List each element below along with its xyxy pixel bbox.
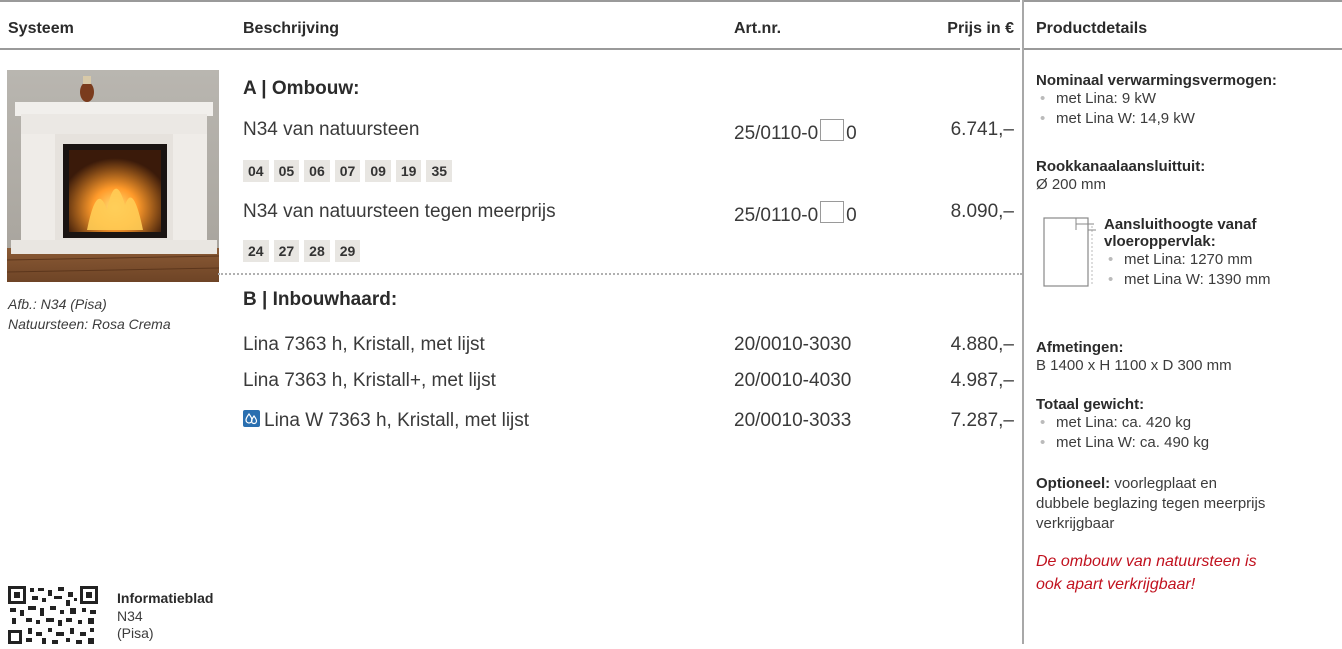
dims-value: B 1400 x H 1100 x D 300 mm xyxy=(1036,357,1232,374)
section-b-row3-artnr: 20/0010-3033 xyxy=(734,410,852,431)
section-b-row2-price: 4.987,– xyxy=(950,370,1014,391)
optional-section: Optioneel: voorlegplaat en dubbele begla… xyxy=(1036,474,1336,534)
column-divider xyxy=(1022,0,1024,644)
section-a-row2-artnr: 25/0110-0 0 xyxy=(734,201,857,227)
section-b-row2-artnr: 20/0010-4030 xyxy=(734,370,852,391)
optional-line1: Optioneel: voorlegplaat en xyxy=(1036,474,1336,494)
code-badge: 19 xyxy=(395,160,422,182)
height-title-line1: Aansluithoogte vanaf xyxy=(1104,216,1257,233)
weight-title: Totaal gewicht: xyxy=(1036,396,1145,413)
weight-item: met Lina W: ca. 490 kg xyxy=(1036,433,1336,453)
power-title: Nominaal verwarmingsvermogen: xyxy=(1036,72,1277,89)
height-title-line2: vloeroppervlak: xyxy=(1104,233,1216,250)
code-badge: 29 xyxy=(334,240,361,262)
image-caption-line2: Natuursteen: Rosa Crema xyxy=(8,316,171,332)
artnr-code-box xyxy=(820,119,845,141)
fireplace-image xyxy=(7,70,219,282)
image-caption-line1: Afb.: N34 (Pisa) xyxy=(8,296,107,312)
artnr-prefix: 25/0110-0 xyxy=(734,123,819,144)
height-item: met Lina: 1270 mm xyxy=(1104,250,1334,270)
section-a-codes1: 04 05 06 07 09 19 35 xyxy=(243,160,453,182)
section-a-row1-price: 6.741,– xyxy=(950,119,1014,140)
image-caption: Afb.: N34 (Pisa) Natuursteen: Rosa Crema xyxy=(8,294,171,334)
top-rule xyxy=(0,0,1020,2)
code-badge: 06 xyxy=(304,160,330,182)
power-item: met Lina W: 14,9 kW xyxy=(1036,109,1336,129)
code-badge: 09 xyxy=(365,160,391,182)
section-a-row2-price: 8.090,– xyxy=(950,201,1014,222)
code-badge: 35 xyxy=(426,160,453,182)
section-b-row1-price: 4.880,– xyxy=(950,334,1014,355)
height-item: met Lina W: 1390 mm xyxy=(1104,270,1334,290)
right-header-rule xyxy=(1024,48,1342,50)
section-a-codes2: 24 27 28 29 xyxy=(243,240,361,262)
optional-label: Optioneel: xyxy=(1036,475,1111,492)
section-b-title: B | Inbouwhaard: xyxy=(243,289,398,310)
code-badge: 27 xyxy=(273,240,300,262)
artnr-suffix: 0 xyxy=(846,123,857,144)
info-title: Informatieblad xyxy=(117,590,214,606)
flue-value: Ø 200 mm xyxy=(1036,176,1107,193)
code-badge: 04 xyxy=(243,160,269,182)
section-b-row1-artnr: 20/0010-3030 xyxy=(734,334,852,355)
dims-title: Afmetingen: xyxy=(1036,339,1124,356)
code-badge: 24 xyxy=(243,240,269,262)
header-rule xyxy=(0,48,1020,50)
artnr-prefix: 25/0110-0 xyxy=(734,205,819,226)
section-b-row1-label: Lina 7363 h, Kristall, met lijst xyxy=(243,334,485,355)
power-item: met Lina: 9 kW xyxy=(1036,89,1336,109)
code-badge: 07 xyxy=(334,160,361,182)
optional-text1: voorlegplaat en xyxy=(1114,475,1217,492)
separate-note: De ombouw van natuursteen is ook apart v… xyxy=(1036,550,1336,596)
section-a-title: A | Ombouw: xyxy=(243,78,360,99)
info-line1: N34 xyxy=(117,608,143,624)
optional-text3: verkrijgbaar xyxy=(1036,515,1115,532)
section-a-row2-label: N34 van natuursteen tegen meerprijs xyxy=(243,201,556,222)
code-badge: 28 xyxy=(304,240,330,262)
header-price: Prijs in € xyxy=(947,20,1014,37)
note-line1: De ombouw van natuursteen is xyxy=(1036,553,1257,570)
weight-item: met Lina: ca. 420 kg xyxy=(1036,413,1336,433)
header-system: Systeem xyxy=(8,20,74,37)
weight-section: Totaal gewicht: met Lina: ca. 420 kg met… xyxy=(1036,396,1336,453)
section-a-row1-artnr: 25/0110-0 0 xyxy=(734,119,857,145)
dims-section: Afmetingen: B 1400 x H 1100 x D 300 mm xyxy=(1036,339,1336,376)
water-heating-icon xyxy=(243,410,260,427)
height-diagram-icon xyxy=(1036,216,1098,288)
artnr-code-box xyxy=(820,201,845,223)
flue-title: Rookkanaalaansluittuit: xyxy=(1036,158,1206,175)
section-b-row3-price: 7.287,– xyxy=(950,410,1014,431)
qr-code xyxy=(8,586,98,644)
right-top-rule xyxy=(1024,0,1342,2)
header-artnr: Art.nr. xyxy=(734,20,782,37)
section-b-row3-label: Lina W 7363 h, Kristall, met lijst xyxy=(264,410,530,431)
section-a-row1-label: N34 van natuursteen xyxy=(243,119,420,140)
flue-section: Rookkanaalaansluittuit: Ø 200 mm xyxy=(1036,158,1336,195)
header-details: Productdetails xyxy=(1036,20,1148,37)
section-b-row3: Lina W 7363 h, Kristall, met lijst xyxy=(243,410,529,432)
section-b-row2-label: Lina 7363 h, Kristall+, met lijst xyxy=(243,370,496,391)
section-divider xyxy=(218,273,1022,275)
info-line2: (Pisa) xyxy=(117,625,154,641)
artnr-suffix: 0 xyxy=(846,205,857,226)
header-description: Beschrijving xyxy=(243,20,340,37)
height-section: Aansluithoogte vanaf vloeroppervlak: met… xyxy=(1104,216,1334,290)
code-badge: 05 xyxy=(273,160,300,182)
product-details: Nominaal verwarmingsvermogen: met Lina: … xyxy=(1036,72,1336,129)
optional-text2: dubbele beglazing tegen meerprijs xyxy=(1036,495,1266,512)
note-line2: ook apart verkrijgbaar! xyxy=(1036,576,1196,593)
